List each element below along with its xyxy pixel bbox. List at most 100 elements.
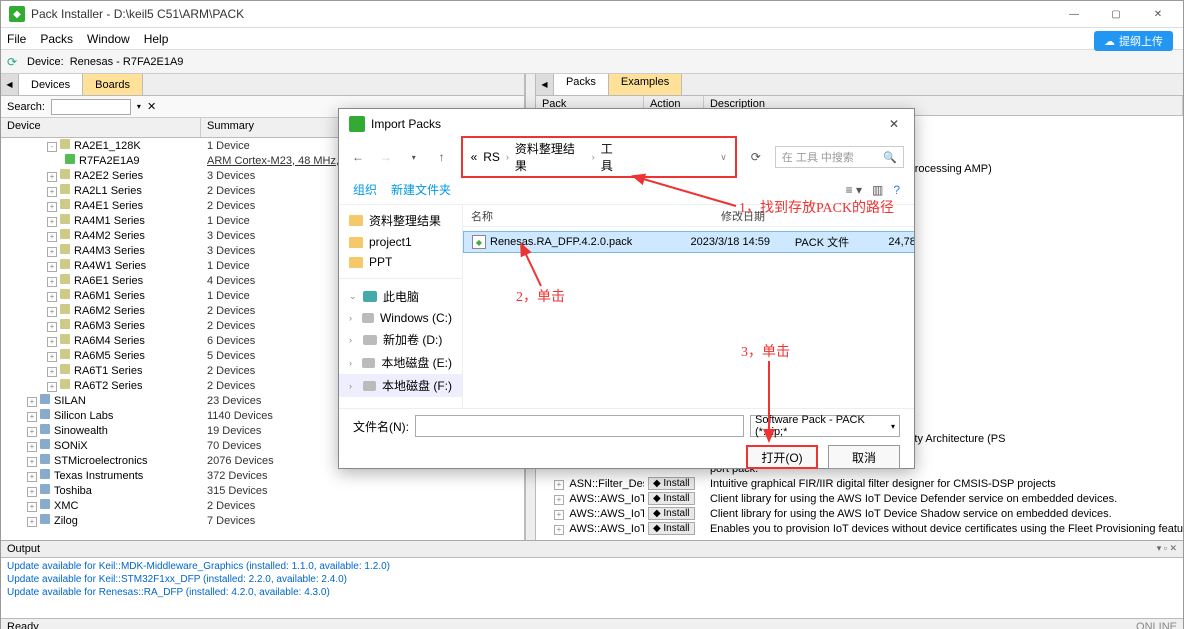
- menu-help[interactable]: Help: [144, 32, 169, 46]
- install-button[interactable]: ◆ Install: [648, 492, 695, 505]
- tab-examples[interactable]: Examples: [609, 74, 682, 95]
- tree-expand-icon[interactable]: +: [47, 322, 57, 332]
- output-controls[interactable]: ▾ ▫ ✕: [1157, 543, 1177, 555]
- tree-expand-icon[interactable]: +: [47, 307, 57, 317]
- tree-expand-icon[interactable]: +: [47, 217, 57, 227]
- file-row-selected[interactable]: ◆Renesas.RA_DFP.4.2.0.pack 2023/3/18 14:…: [463, 231, 914, 253]
- chevron-right-icon: ›: [349, 358, 356, 368]
- tree-expand-icon[interactable]: +: [47, 352, 57, 362]
- tab-boards[interactable]: Boards: [83, 74, 143, 95]
- tree-expand-icon[interactable]: +: [27, 427, 37, 437]
- dialog-search[interactable]: 在 工具 中搜索 🔍: [775, 146, 904, 168]
- tree-expand-icon[interactable]: +: [47, 337, 57, 347]
- tab-scroll-left-r[interactable]: ◀: [536, 74, 554, 95]
- bc-seg-2[interactable]: 工具: [601, 140, 625, 174]
- tree-expand-icon[interactable]: +: [27, 457, 37, 467]
- nav-up-icon[interactable]: ↑: [433, 150, 451, 164]
- search-input[interactable]: [51, 99, 131, 115]
- newfolder-button[interactable]: 新建文件夹: [391, 181, 451, 198]
- device-value: Renesas - R7FA2E1A9: [70, 56, 184, 68]
- help-icon[interactable]: ?: [893, 183, 900, 197]
- tree-expand-icon[interactable]: +: [27, 397, 37, 407]
- device-name: RA6M3 Series: [74, 320, 145, 332]
- tree-expand-icon[interactable]: +: [47, 247, 57, 257]
- pack-row[interactable]: + ASN::Filter_Desig...◆ InstallIntuitive…: [536, 476, 1183, 491]
- sidebar-item[interactable]: ›Windows (C:): [339, 308, 462, 328]
- nav-back-icon[interactable]: ←: [349, 150, 367, 164]
- tab-devices[interactable]: Devices: [19, 74, 83, 95]
- tree-expand-icon[interactable]: +: [554, 480, 564, 490]
- menu-file[interactable]: File: [7, 32, 26, 46]
- sidebar-item[interactable]: ›本地磁盘 (F:): [339, 374, 462, 397]
- tree-expand-icon[interactable]: +: [47, 187, 57, 197]
- tree-expand-icon[interactable]: +: [47, 382, 57, 392]
- tree-expand-icon[interactable]: +: [47, 367, 57, 377]
- bc-seg-1[interactable]: 资料整理结果: [515, 140, 586, 174]
- tree-expand-icon[interactable]: +: [27, 517, 37, 527]
- filename-input[interactable]: [415, 415, 744, 437]
- tree-expand-icon[interactable]: +: [47, 202, 57, 212]
- tab-scroll-left[interactable]: ◀: [1, 74, 19, 95]
- device-row[interactable]: +Toshiba315 Devices: [1, 483, 524, 498]
- chip-icon: [60, 379, 70, 389]
- view-details-icon[interactable]: ▥: [872, 183, 883, 197]
- breadcrumb[interactable]: « RS› 资料整理结果› 工具 ∨: [461, 136, 737, 178]
- sidebar-item[interactable]: PPT: [339, 252, 462, 272]
- device-row[interactable]: +Zilog7 Devices: [1, 513, 524, 528]
- pack-row[interactable]: + AWS::AWS_IoT_Fl...◆ InstallEnables you…: [536, 521, 1183, 536]
- bc-seg-0[interactable]: RS: [483, 150, 500, 164]
- tree-expand-icon[interactable]: +: [47, 277, 57, 287]
- filter-dropdown[interactable]: Software Pack - PACK (*.zip;*▾: [750, 415, 900, 437]
- pack-row[interactable]: + AWS::AWS_IoT_D...◆ InstallClient libra…: [536, 506, 1183, 521]
- fcol-date[interactable]: 修改日期: [663, 205, 773, 226]
- refresh-icon[interactable]: ⟳: [747, 150, 765, 164]
- upload-button[interactable]: ☁提纲上传: [1094, 31, 1173, 51]
- tree-expand-icon[interactable]: +: [27, 442, 37, 452]
- refresh-icon[interactable]: ⟳: [7, 55, 21, 69]
- device-row[interactable]: +Texas Instruments372 Devices: [1, 468, 524, 483]
- device-row[interactable]: +XMC2 Devices: [1, 498, 524, 513]
- fcol-size[interactable]: [853, 205, 913, 226]
- open-button[interactable]: 打开(O): [746, 445, 818, 469]
- pack-row[interactable]: + AWS::AWS_IoT_D...◆ InstallClient libra…: [536, 491, 1183, 506]
- menu-window[interactable]: Window: [87, 32, 130, 46]
- nav-forward-icon[interactable]: →: [377, 150, 395, 164]
- fcol-name[interactable]: 名称: [463, 205, 663, 226]
- cancel-button[interactable]: 取消: [828, 445, 900, 469]
- tree-expand-icon[interactable]: +: [554, 495, 564, 505]
- sidebar-item[interactable]: ›本地磁盘 (E:): [339, 351, 462, 374]
- install-button[interactable]: ◆ Install: [648, 522, 695, 535]
- tree-expand-icon[interactable]: +: [27, 412, 37, 422]
- maximize-button[interactable]: ▢: [1095, 3, 1137, 25]
- search-dropdown-icon[interactable]: ▾: [137, 102, 141, 111]
- tree-expand-icon[interactable]: +: [47, 232, 57, 242]
- install-button[interactable]: ◆ Install: [648, 477, 695, 490]
- minimize-button[interactable]: —: [1053, 3, 1095, 25]
- sidebar-item[interactable]: ›新加卷 (D:): [339, 328, 462, 351]
- close-button[interactable]: ✕: [1137, 3, 1179, 25]
- col-device[interactable]: Device: [1, 118, 201, 137]
- view-list-icon[interactable]: ≡ ▾: [846, 183, 862, 197]
- search-clear-icon[interactable]: ✕: [147, 100, 156, 113]
- nav-recent-icon[interactable]: ▾: [405, 153, 423, 162]
- tree-expand-icon[interactable]: +: [27, 472, 37, 482]
- sidebar-item[interactable]: project1: [339, 232, 462, 252]
- tree-expand-icon[interactable]: +: [27, 487, 37, 497]
- tree-expand-icon[interactable]: +: [47, 292, 57, 302]
- tree-expand-icon[interactable]: +: [47, 262, 57, 272]
- tree-expand-icon[interactable]: -: [47, 142, 57, 152]
- tree-expand-icon[interactable]: +: [27, 502, 37, 512]
- tree-expand-icon[interactable]: +: [554, 510, 564, 520]
- disk-icon: [362, 313, 374, 323]
- tree-expand-icon[interactable]: +: [554, 525, 564, 535]
- dialog-close-icon[interactable]: ✕: [880, 113, 908, 135]
- menu-packs[interactable]: Packs: [40, 32, 73, 46]
- sidebar-item[interactable]: 资料整理结果: [339, 209, 462, 232]
- output-title: Output: [7, 543, 40, 555]
- sidebar-item[interactable]: ⌄此电脑: [339, 285, 462, 308]
- fcol-type[interactable]: [773, 205, 853, 226]
- tab-packs[interactable]: Packs: [554, 74, 609, 95]
- organize-button[interactable]: 组织: [353, 181, 377, 198]
- install-button[interactable]: ◆ Install: [648, 507, 695, 520]
- tree-expand-icon[interactable]: +: [47, 172, 57, 182]
